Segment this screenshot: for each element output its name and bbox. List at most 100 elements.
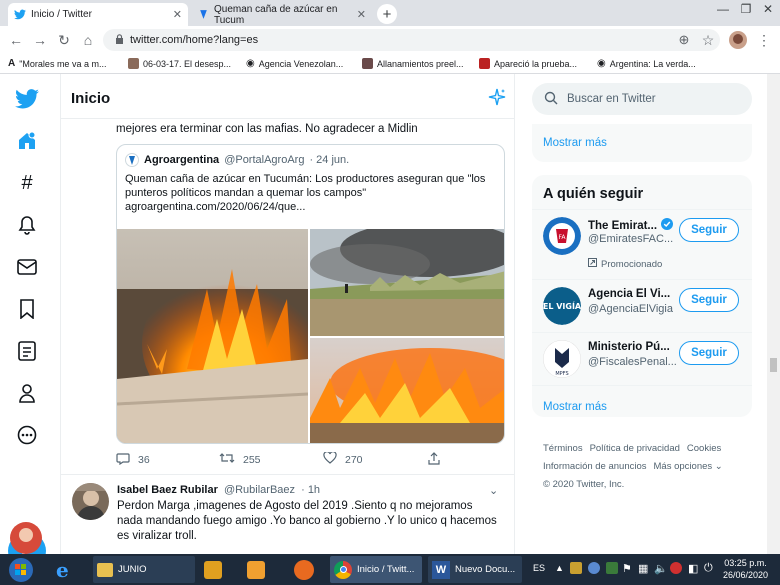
scrollbar-thumb[interactable]: [770, 358, 777, 372]
tray-app-icon[interactable]: [670, 562, 682, 574]
follow-suggestion[interactable]: MPFS Ministerio Pú... @FiscalesPenal... …: [532, 332, 752, 384]
account-handle: @AgenciaElVigia: [588, 303, 673, 315]
show-more-link[interactable]: Mostrar más: [543, 137, 607, 149]
fire-photo-2[interactable]: [310, 229, 504, 336]
follow-button[interactable]: Seguir: [679, 218, 739, 242]
follow-button[interactable]: Seguir: [679, 341, 739, 365]
clock-date: 26/06/2020: [722, 570, 769, 580]
ads-info-link[interactable]: Información de anuncios: [543, 461, 647, 472]
quoted-author-handle: @PortalAgroArg: [224, 154, 305, 166]
new-tab-button[interactable]: +: [377, 4, 397, 24]
action-center-icon[interactable]: ◧: [688, 562, 698, 575]
page-scrollbar[interactable]: [767, 74, 780, 554]
media-player-icon[interactable]: [243, 556, 265, 583]
network-icon[interactable]: ▦: [638, 562, 648, 575]
tab-twitter[interactable]: Inicio / Twitter ✕: [8, 3, 188, 26]
home-icon[interactable]: ⌂: [80, 32, 96, 48]
messages-envelope-icon[interactable]: [10, 250, 44, 284]
tab-agroargentina[interactable]: Queman caña de azúcar en Tucum ✕: [192, 3, 372, 26]
clock[interactable]: 03:25 p.m. 26/06/2020: [718, 557, 773, 581]
language-indicator[interactable]: ES: [533, 563, 545, 573]
close-window-icon[interactable]: ✕: [760, 2, 776, 16]
bookmark-item[interactable]: Apareció la prueba...: [479, 58, 577, 69]
taskbar-folder-junio[interactable]: JUNIO: [93, 556, 195, 583]
volume-icon[interactable]: 🔈: [654, 562, 668, 575]
reload-icon[interactable]: ↻: [56, 32, 72, 48]
quoted-tweet-header: Agroargentina @PortalAgroArg · 24 jun.: [125, 153, 349, 167]
flag-icon[interactable]: ⚑: [622, 562, 632, 575]
follow-suggestion[interactable]: EL VIGÍA Agencia El Vi... @AgenciaElVigi…: [532, 279, 752, 331]
tray-app-icon[interactable]: [588, 562, 600, 574]
twitter-logo-icon[interactable]: [10, 82, 44, 116]
tweet-actions: 36 255 270: [116, 451, 496, 468]
close-tab-icon[interactable]: ✕: [357, 8, 366, 21]
maximize-icon[interactable]: ❐: [738, 2, 754, 16]
share-button[interactable]: [428, 452, 440, 468]
cookies-link[interactable]: Cookies: [687, 443, 721, 454]
start-button[interactable]: [4, 556, 34, 583]
follow-suggestion[interactable]: FA The Emirat... @EmiratesFAC... Seguir …: [532, 209, 752, 277]
sparkle-top-tweets-icon[interactable]: [488, 88, 506, 111]
bookmark-item[interactable]: Allanamientos preel...: [362, 58, 464, 69]
privacy-link[interactable]: Política de privacidad: [590, 443, 680, 454]
quoted-time: · 24 jun.: [309, 154, 350, 166]
promoted-label: Promocionado: [588, 258, 662, 270]
minimize-icon[interactable]: —: [715, 2, 731, 16]
menu-kebab-icon[interactable]: ⋮: [756, 32, 772, 48]
tweet[interactable]: Isabel Baez Rubilar @RubilarBaez · 1h ⌄ …: [61, 474, 514, 554]
like-button[interactable]: 270: [323, 451, 363, 467]
promoted-icon: [588, 258, 597, 270]
tray-app-icon[interactable]: [570, 562, 582, 574]
bookmark-item[interactable]: 06-03-17. El desesp...: [128, 58, 231, 69]
fire-photo-3[interactable]: [310, 338, 504, 443]
more-options-icon[interactable]: [10, 418, 44, 452]
lists-icon[interactable]: [10, 334, 44, 368]
account-handle: @FiscalesPenal...: [588, 356, 677, 368]
bookmark-item[interactable]: A "Morales me va a m...: [8, 58, 106, 69]
profile-person-icon[interactable]: [10, 376, 44, 410]
search-input[interactable]: Buscar en Twitter: [532, 83, 752, 115]
bookmark-item[interactable]: ◉ Agencia Venezolan...: [246, 58, 343, 69]
account-avatar[interactable]: [10, 522, 42, 554]
bookmark-item[interactable]: ◉ Argentina: La verda...: [597, 58, 696, 69]
author-name[interactable]: Isabel Baez Rubilar: [117, 484, 218, 496]
internet-explorer-icon[interactable]: e: [52, 556, 69, 583]
taskbar-word-document[interactable]: W Nuevo Docu...: [428, 556, 522, 583]
thumbnail-icon: [362, 58, 373, 69]
power-icon[interactable]: ⏻: [704, 562, 713, 575]
explore-hashtag-icon[interactable]: #: [10, 166, 44, 200]
reply-button[interactable]: 36: [116, 452, 150, 468]
notifications-bell-icon[interactable]: [10, 208, 44, 242]
quoted-author-name[interactable]: Agroargentina: [144, 154, 219, 166]
account-name: Agencia El Vi...: [588, 288, 671, 300]
account-name: Ministerio Pú...: [588, 341, 670, 353]
share-icon: [428, 452, 440, 468]
terms-link[interactable]: Términos: [543, 443, 583, 454]
forward-arrow-icon[interactable]: →: [32, 32, 48, 48]
bookmarks-icon[interactable]: [10, 292, 44, 326]
retweet-button[interactable]: 255: [219, 452, 261, 467]
account-avatar: MPFS: [543, 340, 581, 378]
quoted-tweet[interactable]: Agroargentina @PortalAgroArg · 24 jun. Q…: [116, 144, 505, 444]
author-avatar[interactable]: [72, 483, 109, 520]
back-arrow-icon[interactable]: ←: [8, 32, 24, 48]
follow-button[interactable]: Seguir: [679, 288, 739, 312]
bookmark-star-icon[interactable]: ☆: [700, 32, 716, 48]
show-more-link[interactable]: Mostrar más: [543, 401, 607, 413]
close-tab-icon[interactable]: ✕: [173, 8, 182, 21]
home-icon[interactable]: [10, 124, 44, 158]
svg-text:MPFS: MPFS: [555, 371, 568, 377]
taskbar-chrome-twitter[interactable]: Inicio / Twitt...: [330, 556, 422, 583]
chevron-up-icon[interactable]: ▲: [555, 563, 564, 573]
word-icon: W: [432, 560, 450, 579]
tray-app-icon[interactable]: [606, 562, 618, 574]
firefox-icon[interactable]: [290, 556, 314, 583]
chevron-down-icon[interactable]: ⌄: [489, 484, 498, 497]
address-bar[interactable]: twitter.com/home?lang=es: [103, 29, 720, 51]
account-avatar: EL VIGÍA: [543, 287, 581, 325]
fire-photo-1[interactable]: [117, 229, 308, 443]
profile-avatar[interactable]: [729, 31, 747, 49]
more-options-link[interactable]: Más opciones ⌄: [654, 461, 723, 472]
grid-app-icon[interactable]: [200, 556, 222, 583]
add-icon[interactable]: ⊕: [676, 32, 692, 48]
